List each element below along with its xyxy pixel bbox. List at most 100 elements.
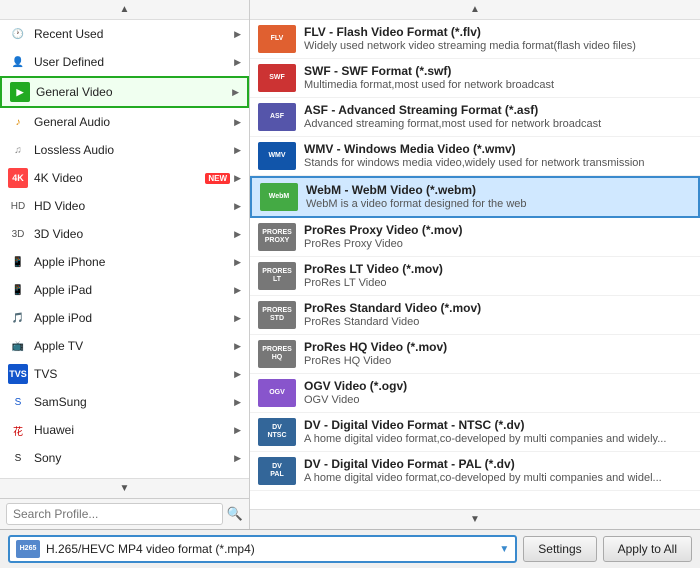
recent-used-arrow: ▶	[234, 29, 241, 40]
search-input[interactable]	[6, 503, 223, 525]
apple-tv-label: Apple TV	[34, 339, 230, 353]
left-scroll-down[interactable]: ▼	[0, 478, 249, 498]
prores-hq-format-icon: PRORES HQ	[258, 340, 296, 368]
huawei-label: Huawei	[34, 423, 230, 437]
ogv-format-info: OGV Video (*.ogv)OGV Video	[304, 379, 692, 406]
sidebar-item-apple-tv[interactable]: 📺Apple TV▶	[0, 332, 249, 360]
prores-std-format-icon: PRORES STD	[258, 301, 296, 329]
sidebar-item-general-audio[interactable]: ♪ General Audio ▶	[0, 108, 249, 136]
dropdown-arrow-icon: ▼	[499, 544, 509, 555]
format-item-ogv[interactable]: OGVOGV Video (*.ogv)OGV Video	[250, 374, 700, 413]
dv-pal-format-info: DV - Digital Video Format - PAL (*.dv)A …	[304, 457, 692, 484]
apple-ipod-label: Apple iPod	[34, 311, 230, 325]
3d-video-icon: 3D	[8, 224, 28, 244]
webm-format-info: WebM - WebM Video (*.webm)WebM is a vide…	[306, 183, 690, 210]
recent-used-label: Recent Used	[34, 27, 230, 41]
prores-proxy-format-name: ProRes Proxy Video (*.mov)	[304, 223, 692, 237]
sidebar-item-general-video[interactable]: ▶General Video▶	[0, 76, 249, 108]
apple-ipad-icon: 📱	[8, 280, 28, 300]
right-scroll-up[interactable]: ▲	[250, 0, 700, 20]
flv-format-info: FLV - Flash Video Format (*.flv)Widely u…	[304, 25, 692, 52]
hd-video-icon: HD	[8, 196, 28, 216]
right-list: FLV FLV - Flash Video Format (*.flv)Widel…	[250, 20, 700, 509]
sidebar-item-apple-ipod[interactable]: 🎵Apple iPod▶	[0, 304, 249, 332]
prores-lt-format-icon: PRORES LT	[258, 262, 296, 290]
tvs-label: TVS	[34, 367, 230, 381]
apply-to-all-button[interactable]: Apply to All	[603, 536, 692, 562]
sidebar-item-3d-video[interactable]: 3D3D Video▶	[0, 220, 249, 248]
format-item-prores-proxy[interactable]: PRORES PROXYProRes Proxy Video (*.mov)Pr…	[250, 218, 700, 257]
sidebar-item-apple-iphone[interactable]: 📱Apple iPhone▶	[0, 248, 249, 276]
samsung-label: SamSung	[34, 395, 230, 409]
apple-ipad-label: Apple iPad	[34, 283, 230, 297]
prores-lt-format-desc: ProRes LT Video	[304, 277, 684, 289]
format-item-prores-std[interactable]: PRORES STD ProRes Standard Video (*.mov)P…	[250, 296, 700, 335]
general-audio-icon: ♪	[8, 112, 28, 132]
prores-hq-format-name: ProRes HQ Video (*.mov)	[304, 340, 692, 354]
sidebar-item-lossless-audio[interactable]: ♫Lossless Audio▶	[0, 136, 249, 164]
general-audio-arrow: ▶	[234, 117, 241, 128]
sidebar-item-sony[interactable]: SSony▶	[0, 444, 249, 472]
right-scroll-down[interactable]: ▼	[250, 509, 700, 529]
format-item-swf[interactable]: SWF SWF - SWF Format (*.swf)Multimedia fo…	[250, 59, 700, 98]
swf-format-desc: Multimedia format,most used for network …	[304, 79, 684, 91]
prores-hq-format-desc: ProRes HQ Video	[304, 355, 684, 367]
format-dropdown[interactable]: H265 H.265/HEVC MP4 video format (*.mp4)…	[8, 535, 517, 563]
sidebar-item-hd-video[interactable]: HDHD Video▶	[0, 192, 249, 220]
format-item-prores-hq[interactable]: PRORES HQ ProRes HQ Video (*.mov)ProRes H…	[250, 335, 700, 374]
ogv-format-desc: OGV Video	[304, 394, 684, 406]
ogv-format-name: OGV Video (*.ogv)	[304, 379, 692, 393]
4k-video-badge: NEW	[205, 173, 230, 184]
apple-iphone-label: Apple iPhone	[34, 255, 230, 269]
flv-format-name: FLV - Flash Video Format (*.flv)	[304, 25, 692, 39]
3d-video-arrow: ▶	[234, 229, 241, 240]
wmv-format-desc: Stands for windows media video,widely us…	[304, 157, 684, 169]
user-defined-label: User Defined	[34, 55, 230, 69]
recent-used-icon: 🕐	[8, 24, 28, 44]
left-panel: ▲ 🕐 Recent Used ▶ 👤User Defined▶▶General Vi…	[0, 0, 250, 529]
huawei-arrow: ▶	[234, 425, 241, 436]
dv-ntsc-format-name: DV - Digital Video Format - NTSC (*.dv)	[304, 418, 692, 432]
sidebar-item-recent-used[interactable]: 🕐 Recent Used ▶	[0, 20, 249, 48]
settings-button[interactable]: Settings	[523, 536, 596, 562]
dv-ntsc-format-icon: DV NTSC	[258, 418, 296, 446]
tvs-icon: TVS	[8, 364, 28, 384]
format-item-wmv[interactable]: WMVWMV - Windows Media Video (*.wmv)Stan…	[250, 137, 700, 176]
sony-label: Sony	[34, 451, 230, 465]
sidebar-item-user-defined[interactable]: 👤User Defined▶	[0, 48, 249, 76]
prores-proxy-format-info: ProRes Proxy Video (*.mov)ProRes Proxy V…	[304, 223, 692, 250]
apple-ipod-icon: 🎵	[8, 308, 28, 328]
sidebar-item-tvs[interactable]: TVS TVS ▶	[0, 360, 249, 388]
left-list: 🕐 Recent Used ▶ 👤User Defined▶▶General Vide…	[0, 20, 249, 478]
flv-format-desc: Widely used network video streaming medi…	[304, 40, 684, 52]
selected-format-text: H.265/HEVC MP4 video format (*.mp4)	[46, 542, 495, 556]
swf-format-info: SWF - SWF Format (*.swf)Multimedia forma…	[304, 64, 692, 91]
sidebar-item-apple-ipad[interactable]: 📱Apple iPad▶	[0, 276, 249, 304]
format-item-flv[interactable]: FLV FLV - Flash Video Format (*.flv)Widel…	[250, 20, 700, 59]
search-icon[interactable]: 🔍	[227, 506, 243, 522]
sidebar-item-samsung[interactable]: SSamSung▶	[0, 388, 249, 416]
prores-lt-format-name: ProRes LT Video (*.mov)	[304, 262, 692, 276]
search-bar: 🔍	[0, 498, 249, 529]
prores-std-format-info: ProRes Standard Video (*.mov)ProRes Stan…	[304, 301, 692, 328]
asf-format-desc: Advanced streaming format,most used for …	[304, 118, 684, 130]
asf-format-info: ASF - Advanced Streaming Format (*.asf)A…	[304, 103, 692, 130]
apple-tv-icon: 📺	[8, 336, 28, 356]
general-video-arrow: ▶	[232, 87, 239, 98]
dv-pal-format-desc: A home digital video format,co-developed…	[304, 472, 684, 484]
format-item-prores-lt[interactable]: PRORES LT ProRes LT Video (*.mov)ProRes L…	[250, 257, 700, 296]
format-item-asf[interactable]: ASFASF - Advanced Streaming Format (*.as…	[250, 98, 700, 137]
4k-video-arrow: ▶	[234, 173, 241, 184]
sidebar-item-4k-video[interactable]: 4K4K VideoNEW▶	[0, 164, 249, 192]
prores-lt-format-info: ProRes LT Video (*.mov)ProRes LT Video	[304, 262, 692, 289]
format-item-dv-pal[interactable]: DV PALDV - Digital Video Format - PAL (*…	[250, 452, 700, 491]
flv-format-icon: FLV	[258, 25, 296, 53]
sidebar-item-huawei[interactable]: 花Huawei▶	[0, 416, 249, 444]
swf-format-name: SWF - SWF Format (*.swf)	[304, 64, 692, 78]
format-item-webm[interactable]: WebMWebM - WebM Video (*.webm)WebM is a …	[250, 176, 700, 218]
tvs-arrow: ▶	[234, 369, 241, 380]
general-audio-label: General Audio	[34, 115, 230, 129]
swf-format-icon: SWF	[258, 64, 296, 92]
left-scroll-up[interactable]: ▲	[0, 0, 249, 20]
format-item-dv-ntsc[interactable]: DV NTSC DV - Digital Video Format - NTSC …	[250, 413, 700, 452]
